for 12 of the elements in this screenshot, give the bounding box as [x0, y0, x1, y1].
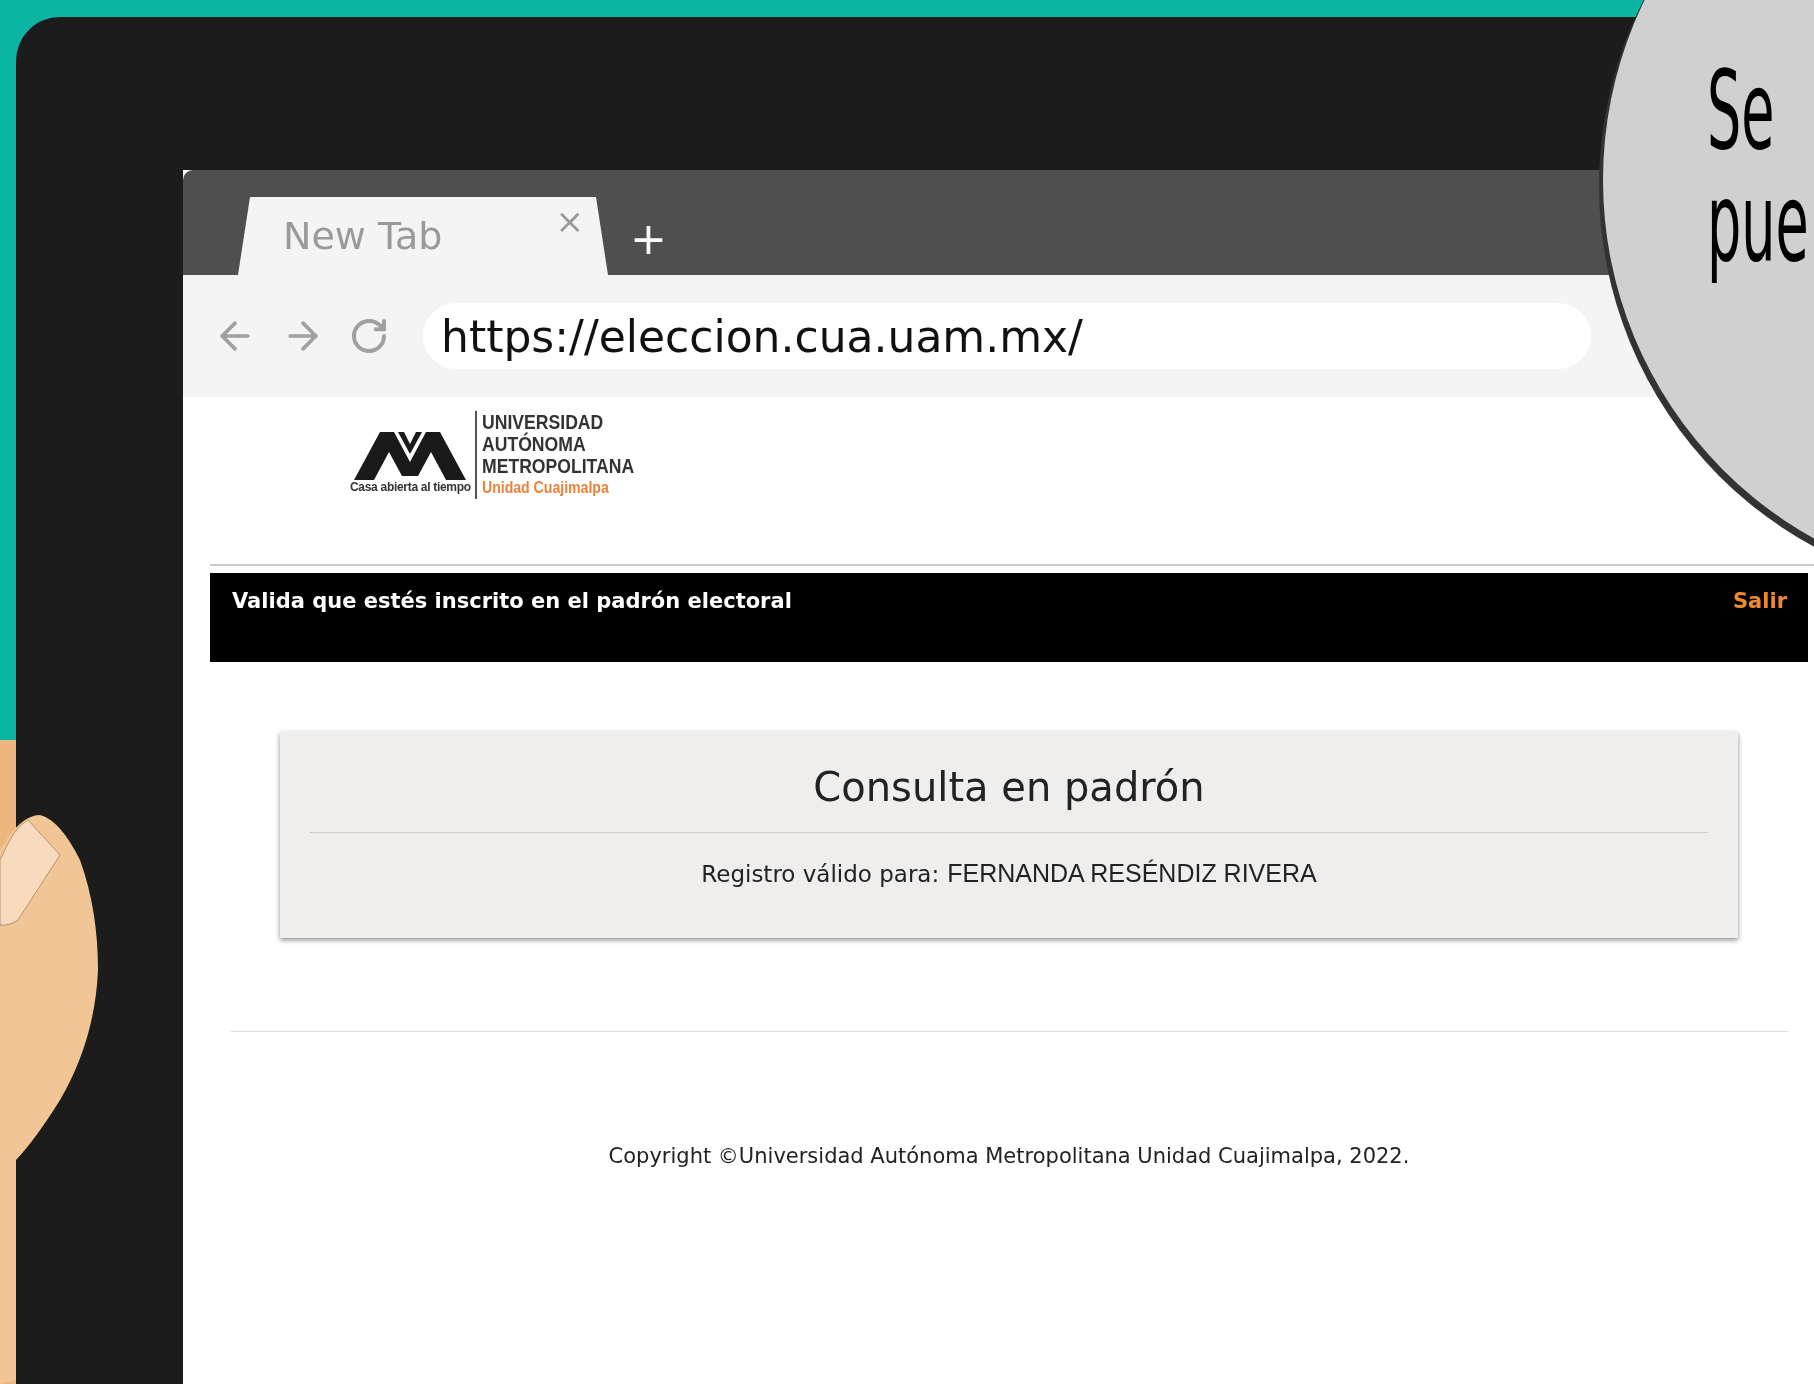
bubble-text: Se	[1707, 55, 1775, 167]
logo-unit-text: Unidad Cuajimalpa	[481, 478, 610, 498]
logo-text: METROPOLITANA	[481, 455, 634, 477]
tab-title: New Tab	[283, 214, 443, 258]
logo-text: AUTÓNOMA	[481, 433, 587, 455]
logo-text: UNIVERSIDAD	[481, 411, 605, 433]
result-label: Registro válido para:	[701, 861, 940, 887]
card-title: Consulta en padrón	[813, 764, 1205, 810]
nav-bar-title: Valida que estés inscrito en el padrón electoral	[232, 589, 792, 613]
logo-tagline: Casa abierta al tiempo	[350, 480, 471, 494]
copyright-text: Copyright ©Universidad Autónoma Metropolitana Unidad Cuajimalpa, 2022.	[607, 1144, 1411, 1168]
registered-name: FERNANDA RESÉNDIZ RIVERA	[947, 859, 1317, 888]
